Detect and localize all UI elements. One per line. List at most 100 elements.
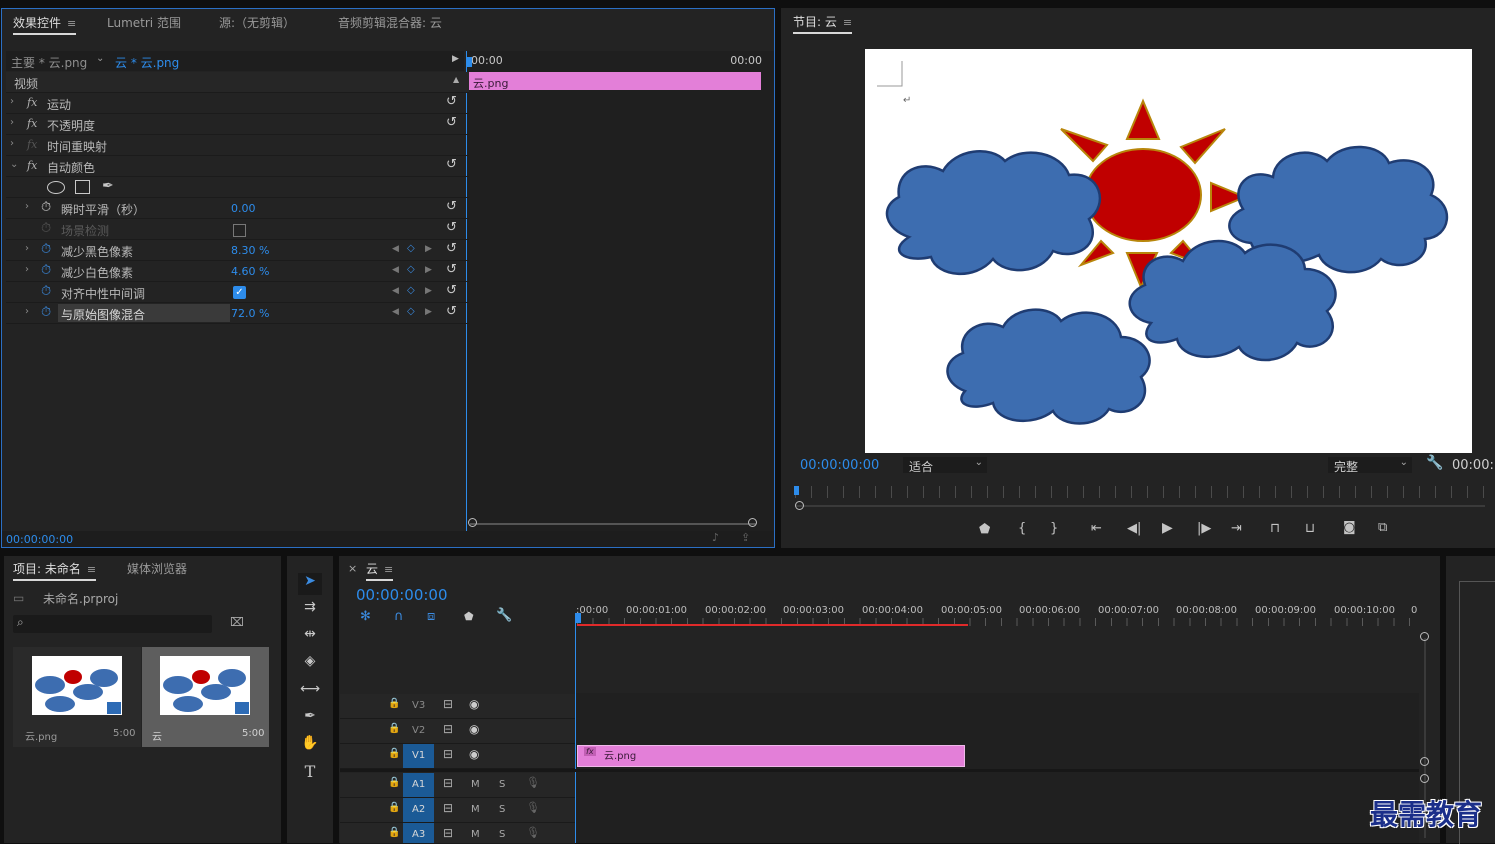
- reset-icon[interactable]: ↺: [446, 241, 457, 256]
- linked-selection-icon[interactable]: ⧈: [427, 609, 435, 624]
- mute-button[interactable]: M: [471, 779, 480, 790]
- param-row-scene-detect[interactable]: ⏱ 场景检测 ↺: [6, 219, 469, 240]
- panel-menu-icon[interactable]: ≡: [384, 563, 393, 576]
- clip-selector[interactable]: 云 * 云.png: [115, 54, 179, 71]
- lock-icon[interactable]: 🔒: [388, 777, 400, 788]
- effect-row-motion[interactable]: › fx 运动 ↺: [6, 93, 469, 114]
- chevron-right-icon[interactable]: ›: [25, 243, 29, 254]
- param-row-blend-original[interactable]: › ⏱ 与原始图像混合 72.0 % ◀ ◇ ▶ ↺: [6, 303, 469, 324]
- microphone-icon[interactable]: 🎙: [526, 776, 540, 789]
- eye-icon[interactable]: ◉: [469, 697, 479, 711]
- param-value[interactable]: 4.60 %: [231, 265, 269, 278]
- add-keyframe-icon[interactable]: ◇: [407, 264, 415, 275]
- project-item-card[interactable]: 云.png 5:00: [13, 647, 141, 747]
- audio-note-icon[interactable]: ♪: [712, 531, 719, 544]
- track-header-a3[interactable]: 🔒 A3 ⊟ M S 🎙: [340, 823, 575, 844]
- sync-lock-icon[interactable]: ⊟: [443, 801, 453, 815]
- ec-clip-bar[interactable]: 云.png: [469, 72, 761, 90]
- lift-icon[interactable]: ⊓: [1270, 521, 1280, 536]
- track-header-a1[interactable]: 🔒 A1 ⊟ M S 🎙: [340, 773, 575, 798]
- solo-button[interactable]: S: [499, 829, 505, 840]
- chevron-down-icon[interactable]: ⌄: [96, 53, 104, 64]
- sync-lock-icon[interactable]: ⊟: [443, 747, 453, 761]
- sync-lock-icon[interactable]: ⊟: [443, 776, 453, 790]
- lock-icon[interactable]: 🔒: [388, 827, 400, 838]
- sync-lock-icon[interactable]: ⊟: [443, 826, 453, 840]
- eye-icon[interactable]: ◉: [469, 747, 479, 761]
- program-scrub-ruler[interactable]: [795, 486, 1485, 498]
- chevron-down-icon[interactable]: ⌄: [10, 159, 18, 170]
- next-keyframe-icon[interactable]: ▶: [425, 286, 432, 296]
- scene-detect-checkbox[interactable]: [233, 224, 246, 237]
- program-monitor-title[interactable]: 节目: 云 ≡: [793, 13, 853, 34]
- slip-tool-icon[interactable]: ⟷: [298, 681, 322, 703]
- microphone-icon[interactable]: 🎙: [526, 826, 540, 839]
- sync-lock-icon[interactable]: ⊟: [443, 722, 453, 736]
- timeline-timecode[interactable]: 00:00:00:00: [356, 586, 448, 604]
- effect-row-auto-color[interactable]: ⌄ fx 自动颜色 ↺: [6, 156, 469, 177]
- add-keyframe-icon[interactable]: ◇: [407, 285, 415, 296]
- prev-keyframe-icon[interactable]: ◀: [392, 265, 399, 275]
- fit-dropdown[interactable]: 适合 ⌄: [903, 457, 987, 474]
- mute-button[interactable]: M: [471, 829, 480, 840]
- lock-icon[interactable]: 🔒: [388, 698, 400, 709]
- prev-keyframe-icon[interactable]: ◀: [392, 286, 399, 296]
- go-to-in-icon[interactable]: ⇤: [1091, 521, 1102, 536]
- reset-icon[interactable]: ↺: [446, 157, 457, 172]
- ripple-edit-tool-icon[interactable]: ⇹: [298, 626, 322, 648]
- chevron-right-icon[interactable]: ›: [25, 264, 29, 275]
- track-name[interactable]: V3: [412, 700, 425, 711]
- fx-icon[interactable]: fx: [27, 96, 37, 109]
- effect-row-time-remap[interactable]: › fx 时间重映射: [6, 135, 469, 156]
- lock-icon[interactable]: 🔒: [388, 802, 400, 813]
- next-keyframe-icon[interactable]: ▶: [425, 265, 432, 275]
- eye-icon[interactable]: ◉: [469, 722, 479, 736]
- mark-in-icon[interactable]: {: [1018, 521, 1026, 536]
- collapse-up-icon[interactable]: ▲: [453, 75, 459, 84]
- param-value[interactable]: 0.00: [231, 202, 256, 215]
- project-search-input[interactable]: ⌕: [13, 615, 212, 633]
- ec-zoom-handle-right[interactable]: [748, 518, 757, 527]
- track-name[interactable]: A2: [412, 804, 425, 815]
- new-bin-search-icon[interactable]: ⌧: [230, 615, 244, 629]
- program-playhead-icon[interactable]: [794, 486, 799, 495]
- stopwatch-icon[interactable]: ⏱: [41, 200, 51, 215]
- play-icon[interactable]: ▶: [1162, 520, 1173, 536]
- quality-dropdown[interactable]: 完整 ⌄: [1328, 457, 1412, 474]
- tab-source[interactable]: 源:（无剪辑）: [219, 14, 295, 31]
- stopwatch-icon[interactable]: ⏱: [41, 305, 51, 320]
- param-row-white-clip[interactable]: › ⏱ 减少白色像素 4.60 % ◀ ◇ ▶ ↺: [6, 261, 469, 282]
- step-back-icon[interactable]: ◀|: [1127, 521, 1141, 536]
- export-frame-camera-icon[interactable]: ◙: [1343, 520, 1356, 535]
- export-icon[interactable]: ⇪: [741, 531, 750, 544]
- track-name[interactable]: V1: [412, 750, 425, 761]
- nest-toggle-icon[interactable]: ✻: [360, 609, 371, 624]
- next-keyframe-icon[interactable]: ▶: [425, 244, 432, 254]
- tab-project[interactable]: 项目: 未命名 ≡: [13, 560, 97, 581]
- tab-sequence[interactable]: 云 ≡: [366, 560, 394, 581]
- track-name[interactable]: A1: [412, 779, 425, 790]
- stopwatch-icon[interactable]: ⏱: [41, 242, 51, 257]
- track-header-v1[interactable]: 🔒 V1 ⊟ ◉: [340, 744, 575, 769]
- solo-button[interactable]: S: [499, 804, 505, 815]
- mute-button[interactable]: M: [471, 804, 480, 815]
- snap-neutral-checkbox[interactable]: ✓: [233, 286, 246, 299]
- step-forward-icon[interactable]: |▶: [1197, 521, 1211, 536]
- program-zoom-bar[interactable]: [795, 505, 1485, 507]
- mark-out-icon[interactable]: }: [1050, 521, 1058, 536]
- pen-tool-icon[interactable]: ✒: [298, 708, 322, 730]
- tab-media-browser[interactable]: 媒体浏览器: [127, 560, 187, 577]
- extract-icon[interactable]: ⊔: [1305, 521, 1315, 536]
- add-marker-icon[interactable]: ⬟: [464, 610, 474, 623]
- ec-playhead-icon[interactable]: [467, 57, 472, 67]
- timeline-settings-wrench-icon[interactable]: 🔧: [496, 608, 512, 623]
- fx-icon[interactable]: fx: [27, 117, 37, 130]
- chevron-right-icon[interactable]: ›: [10, 138, 14, 149]
- track-name[interactable]: V2: [412, 725, 425, 736]
- lock-icon[interactable]: 🔒: [388, 748, 400, 759]
- chevron-right-icon[interactable]: ›: [25, 306, 29, 317]
- work-area-bar[interactable]: [577, 624, 968, 626]
- chevron-right-icon[interactable]: ›: [25, 201, 29, 212]
- panel-menu-icon[interactable]: ≡: [87, 563, 96, 576]
- expand-timeline-icon[interactable]: ▶: [452, 54, 459, 64]
